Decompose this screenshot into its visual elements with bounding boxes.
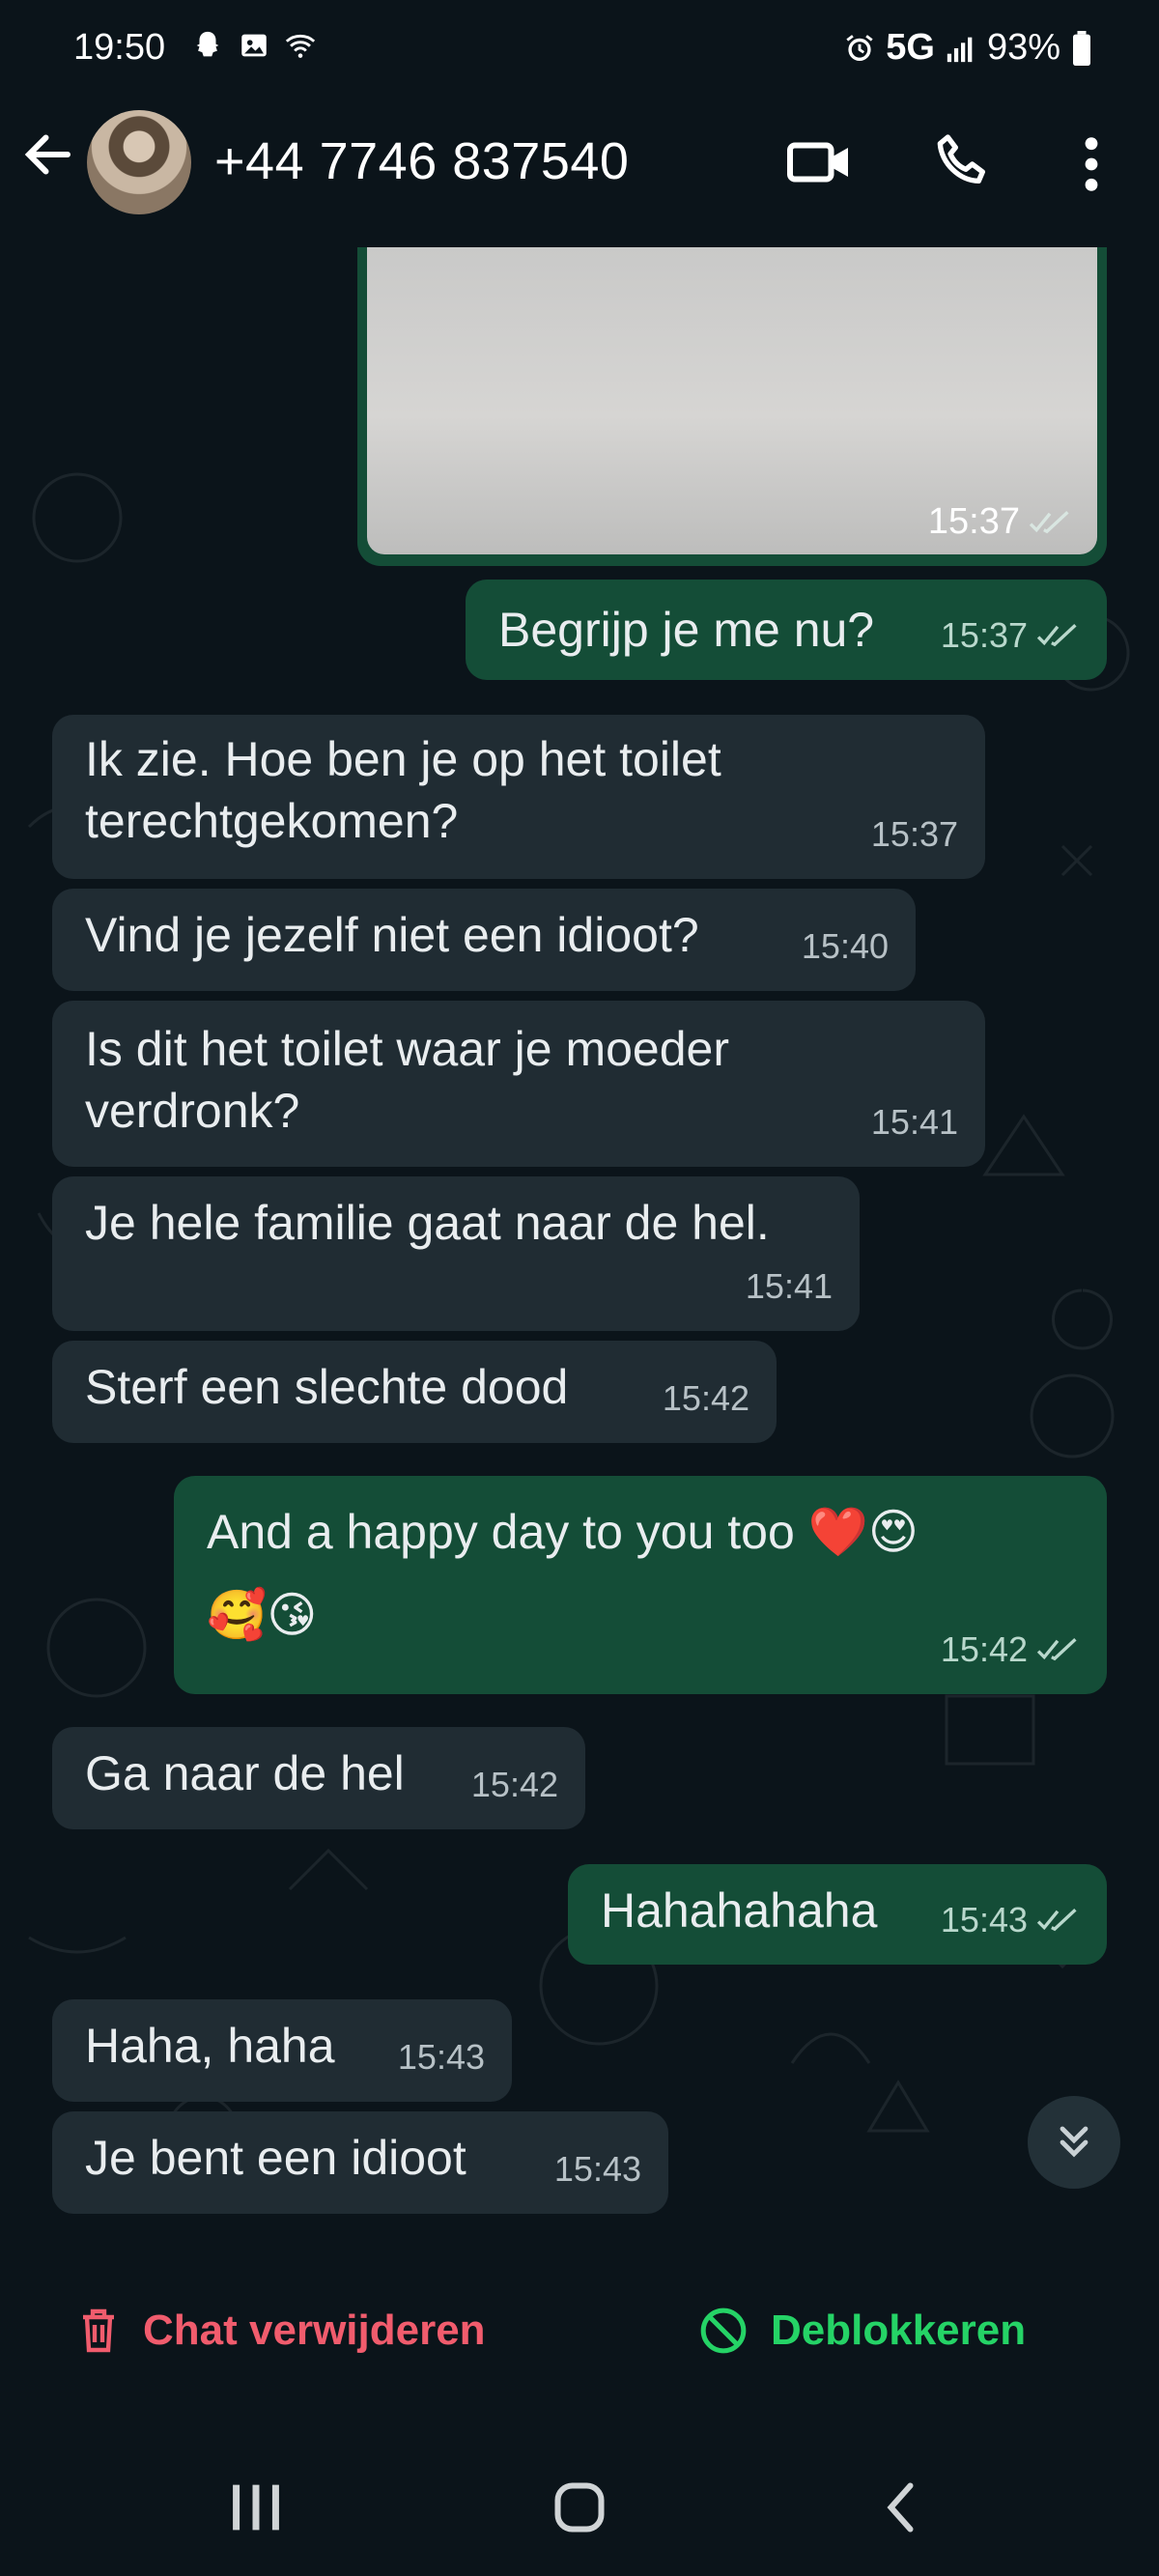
message-bubble-incoming[interactable]: Haha, haha 15:43 bbox=[52, 1999, 512, 2102]
contact-avatar[interactable] bbox=[87, 110, 191, 214]
message-bubble-incoming[interactable]: Je hele familie gaat naar de hel. 15:41 bbox=[52, 1176, 860, 1331]
snapchat-ghost-icon bbox=[196, 31, 219, 57]
message-meta: 15:43 bbox=[941, 1889, 1080, 1951]
message-time: 15:43 bbox=[553, 2149, 641, 2189]
message-bubble-incoming[interactable]: Ga naar de hel 15:42 bbox=[52, 1727, 585, 1829]
wifi-icon bbox=[285, 34, 316, 58]
read-ticks-icon bbox=[1029, 510, 1069, 533]
double-chevron-down-icon bbox=[1060, 2126, 1088, 2158]
message-meta: 15:37 bbox=[928, 501, 1072, 543]
network-type: 5G bbox=[886, 27, 935, 68]
message-time: 15:43 bbox=[397, 2037, 485, 2077]
message-meta: 15:42 bbox=[471, 1754, 558, 1816]
message-meta: 15:42 bbox=[941, 1619, 1080, 1681]
battery-icon bbox=[1073, 30, 1090, 66]
message-text-line-2: verdronk? bbox=[85, 1084, 300, 1138]
message-bubble-incoming[interactable]: Ik zie. Hoe ben je op het toilet terecht… bbox=[52, 715, 985, 879]
message-time: 15:37 bbox=[940, 615, 1028, 655]
message-time: 15:41 bbox=[870, 1102, 958, 1142]
message-text: Vind je jezelf niet een idioot? bbox=[85, 908, 699, 962]
message-bubble-outgoing[interactable]: Hahahahaha 15:43 bbox=[568, 1864, 1107, 1965]
message-meta: 15:41 bbox=[871, 1091, 958, 1153]
message-bubble-outgoing[interactable]: Begrijp je me nu? 15:37 bbox=[466, 580, 1107, 680]
message-time: 15:43 bbox=[940, 1900, 1028, 1939]
more-options-icon[interactable] bbox=[1072, 133, 1111, 195]
message-bubble-incoming[interactable]: Sterf een slechte dood 15:42 bbox=[52, 1341, 777, 1443]
message-time: 15:42 bbox=[470, 1765, 558, 1804]
message-text: Hahahahaha bbox=[601, 1883, 878, 1938]
status-bar: 19:50 5G 93% bbox=[0, 0, 1159, 97]
delete-chat-button[interactable]: Chat verwijderen bbox=[77, 2307, 486, 2355]
message-time: 15:42 bbox=[940, 1629, 1028, 1669]
message-meta: 15:43 bbox=[554, 2138, 641, 2200]
signal-icon bbox=[947, 37, 973, 62]
message-text-line-1: Is dit het toilet waar je moeder bbox=[85, 1022, 729, 1076]
delete-chat-label: Chat verwijderen bbox=[143, 2307, 486, 2354]
alarm-icon bbox=[846, 34, 873, 61]
block-icon bbox=[700, 2307, 747, 2354]
gallery-icon bbox=[241, 34, 267, 57]
message-text-line-2: terechtgekomen? bbox=[85, 794, 459, 848]
message-bubble-incoming[interactable]: Is dit het toilet waar je moeder verdron… bbox=[52, 1001, 985, 1167]
status-right: 5G 93% bbox=[843, 27, 1093, 69]
message-time: 15:40 bbox=[801, 926, 889, 966]
message-meta: 15:42 bbox=[663, 1368, 749, 1430]
message-bubble-incoming[interactable]: Vind je jezelf niet een idioot? 15:40 bbox=[52, 889, 916, 991]
notification-icons bbox=[191, 29, 317, 62]
scroll-to-bottom-button[interactable] bbox=[1028, 2096, 1120, 2189]
read-ticks-icon bbox=[1036, 1638, 1077, 1661]
message-text: Begrijp je me nu? bbox=[498, 603, 875, 657]
message-bubble-outgoing[interactable]: And a happy day to you too ❤️😍 🥰😘 15:42 bbox=[174, 1476, 1107, 1694]
message-time: 15:41 bbox=[745, 1266, 833, 1306]
message-text: Je hele familie gaat naar de hel. bbox=[85, 1196, 770, 1250]
message-meta: 15:37 bbox=[871, 804, 958, 865]
message-meta: 15:40 bbox=[802, 916, 889, 977]
message-text: Sterf een slechte dood bbox=[85, 1360, 569, 1414]
message-time: 15:37 bbox=[927, 501, 1020, 542]
unblock-label: Deblokkeren bbox=[771, 2307, 1027, 2354]
message-time: 15:42 bbox=[662, 1378, 749, 1418]
voice-call-icon[interactable] bbox=[931, 129, 993, 191]
back-arrow-icon[interactable] bbox=[19, 126, 77, 184]
message-meta: 15:41 bbox=[746, 1256, 833, 1317]
unblock-button[interactable]: Deblokkeren bbox=[699, 2307, 1026, 2355]
message-meta: 15:37 bbox=[941, 605, 1080, 666]
message-text-line-1: And a happy day to you too ❤️😍 bbox=[207, 1505, 919, 1559]
message-time: 15:37 bbox=[870, 814, 958, 854]
read-ticks-icon bbox=[1036, 1909, 1077, 1932]
message-text-line-1: Ik zie. Hoe ben je op het toilet bbox=[85, 732, 721, 786]
contact-name[interactable]: +44 7746 837540 bbox=[214, 131, 629, 191]
message-text-line-2: 🥰😘 bbox=[207, 1588, 318, 1642]
video-call-icon[interactable] bbox=[784, 133, 854, 191]
message-text: Je bent een idioot bbox=[85, 2131, 466, 2185]
trash-icon bbox=[83, 2308, 114, 2353]
recent-apps-icon[interactable] bbox=[222, 2478, 290, 2536]
battery-percent: 93% bbox=[986, 27, 1060, 68]
status-time: 19:50 bbox=[73, 27, 166, 68]
message-text: Haha, haha bbox=[85, 2019, 335, 2073]
image-message[interactable]: 15:37 bbox=[357, 247, 1107, 566]
home-icon[interactable] bbox=[546, 2478, 613, 2536]
message-meta: 15:43 bbox=[398, 2026, 485, 2088]
nav-back-icon[interactable] bbox=[869, 2478, 937, 2536]
message-text: Ga naar de hel bbox=[85, 1746, 405, 1800]
read-ticks-icon bbox=[1036, 624, 1077, 647]
message-bubble-incoming[interactable]: Je bent een idioot 15:43 bbox=[52, 2111, 668, 2214]
